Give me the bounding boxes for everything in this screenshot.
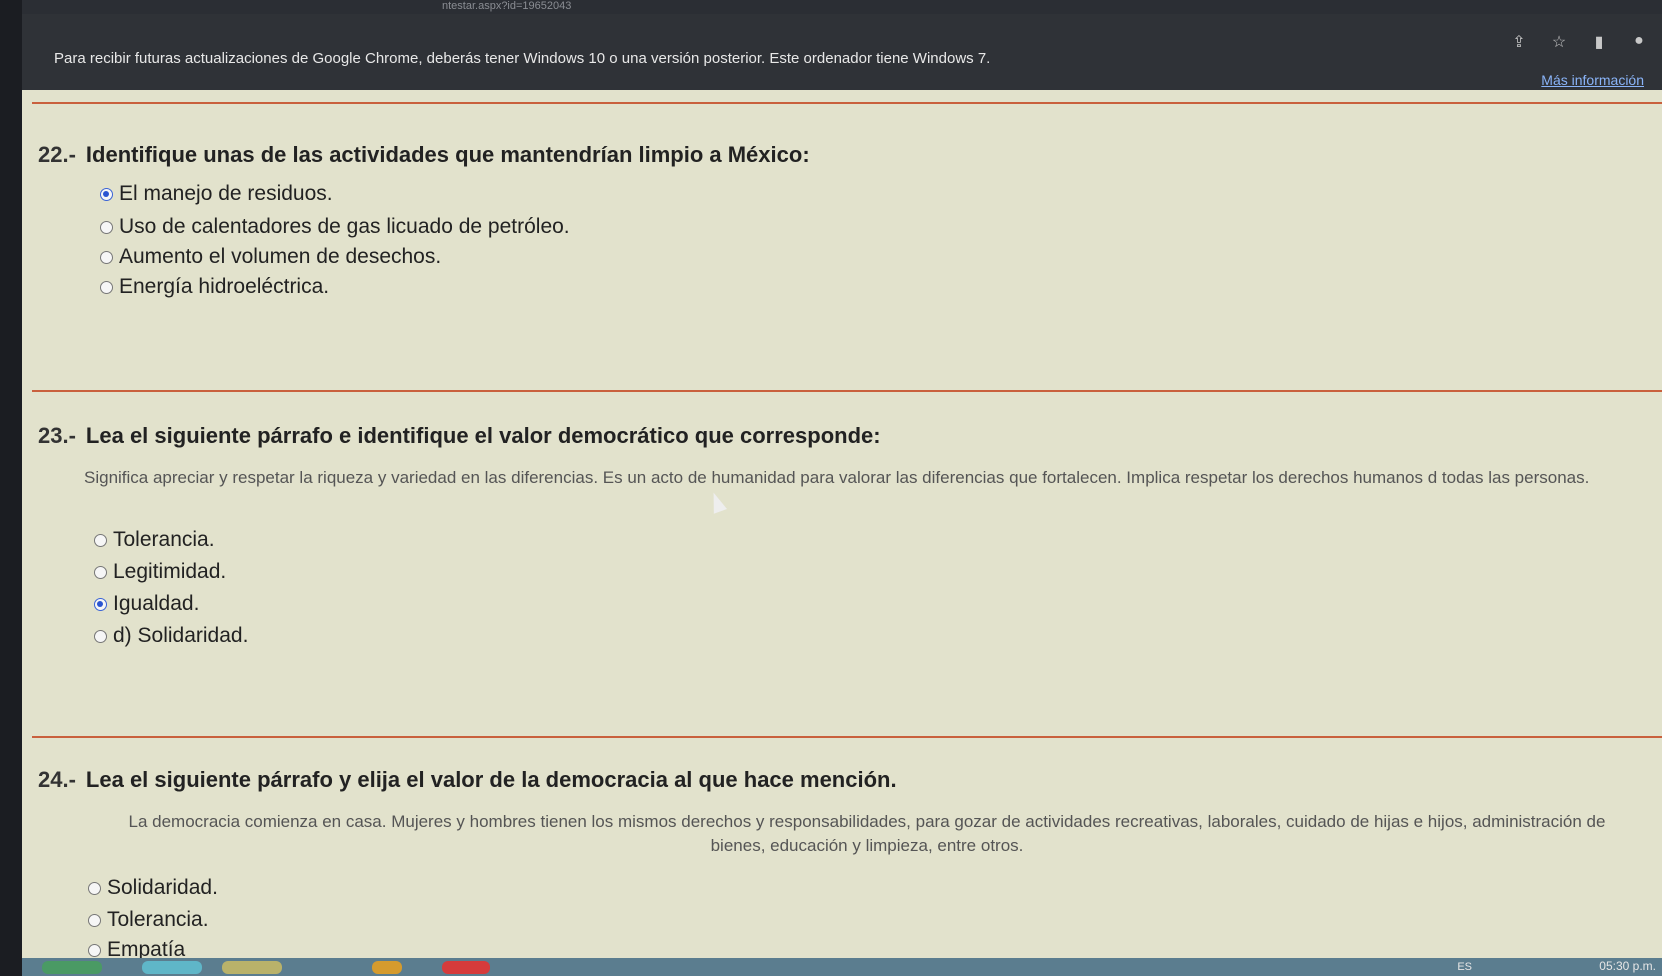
question-22-option-1[interactable]: El manejo de residuos. — [100, 182, 333, 206]
clock[interactable]: 05:30 p.m. — [1599, 959, 1656, 973]
monitor-bezel — [0, 0, 22, 976]
question-22-option-3[interactable]: Aumento el volumen de desechos. — [100, 245, 441, 269]
radio-button[interactable] — [88, 881, 101, 895]
language-indicator[interactable]: ES — [1457, 961, 1472, 973]
question-24-option-2[interactable]: Tolerancia. — [88, 908, 209, 932]
question-text: Lea el siguiente párrafo y elija el valo… — [85, 767, 897, 792]
question-24-option-1[interactable]: Solidaridad. — [88, 876, 218, 900]
option-label: Legitimidad. — [113, 560, 227, 583]
option-label: Uso de calentadores de gas licuado de pe… — [119, 215, 570, 238]
chrome-info-bar: ⇪ ☆ ▮ ● Para recibir futuras actualizaci… — [22, 14, 1662, 90]
radio-button-selected[interactable] — [94, 597, 107, 611]
radio-button[interactable] — [88, 943, 101, 957]
question-22-title: 22.- Identifique unas de las actividades … — [38, 142, 810, 168]
option-label: Tolerancia. — [107, 908, 209, 931]
question-23-title: 23.- Lea el siguiente párrafo e identifiq… — [38, 423, 881, 449]
radio-button[interactable] — [94, 533, 107, 547]
question-24-title: 24.- Lea el siguiente párrafo y elija el … — [38, 767, 897, 793]
toolbar-icons: ⇪ ☆ ▮ ● — [1510, 32, 1648, 52]
question-22-option-4[interactable]: Energía hidroeléctrica. — [100, 275, 329, 299]
radio-button[interactable] — [94, 629, 107, 643]
option-label: Aumento el volumen de desechos. — [119, 245, 442, 268]
radio-button-selected[interactable] — [100, 187, 113, 201]
question-23-option-2[interactable]: Legitimidad. — [94, 560, 226, 584]
more-info-link[interactable]: Más información — [1541, 72, 1644, 88]
question-22-option-2[interactable]: Uso de calentadores de gas licuado de pe… — [100, 215, 570, 239]
question-text: Lea el siguiente párrafo e identifique e… — [85, 423, 881, 448]
chrome-taskbar-icon[interactable] — [442, 961, 490, 974]
star-icon[interactable]: ☆ — [1550, 32, 1568, 52]
question-23-option-4[interactable]: d) Solidaridad. — [94, 624, 248, 648]
taskbar-app-icon[interactable] — [142, 961, 202, 974]
option-label: Solidaridad. — [107, 876, 218, 899]
radio-button[interactable] — [100, 280, 113, 294]
question-number: 23.- — [38, 423, 76, 448]
question-24-paragraph: La democracia comienza en casa. Mujeres … — [128, 812, 1606, 855]
radio-button[interactable] — [94, 565, 107, 579]
url-text: ntestar.aspx?id=19652043 — [442, 0, 572, 12]
option-label: Igualdad. — [113, 592, 200, 615]
exam-page: 22.- Identifique unas de las actividades … — [22, 90, 1662, 961]
question-23-option-3[interactable]: Igualdad. — [94, 592, 199, 616]
radio-button[interactable] — [100, 250, 113, 264]
taskbar-app-icon[interactable] — [372, 961, 402, 974]
windows-taskbar: ES 05:30 p.m. — [22, 958, 1662, 976]
option-label: El manejo de residuos. — [119, 182, 333, 205]
share-icon[interactable]: ⇪ — [1510, 32, 1528, 52]
option-label: d) Solidaridad. — [113, 624, 249, 647]
taskbar-app-icon[interactable] — [222, 961, 282, 974]
question-number: 24.- — [38, 767, 76, 792]
question-divider — [32, 736, 1662, 738]
update-warning-message: Para recibir futuras actualizaciones de … — [54, 50, 991, 67]
mouse-pointer-icon — [707, 490, 727, 514]
question-divider — [32, 102, 1662, 104]
option-label: Tolerancia. — [113, 528, 215, 551]
option-label: Energía hidroeléctrica. — [119, 275, 330, 298]
question-23-option-1[interactable]: Tolerancia. — [94, 528, 215, 552]
question-23-paragraph: Significa apreciar y respetar la riqueza… — [84, 468, 1590, 487]
sidepanel-icon[interactable]: ▮ — [1590, 32, 1608, 52]
address-bar[interactable]: ntestar.aspx?id=19652043 — [22, 0, 1662, 14]
start-button[interactable] — [42, 961, 102, 974]
question-text: Identifique unas de las actividades que … — [85, 142, 810, 167]
profile-icon[interactable]: ● — [1630, 32, 1648, 52]
question-divider — [32, 390, 1662, 392]
radio-button[interactable] — [88, 913, 101, 927]
radio-button[interactable] — [100, 220, 113, 234]
question-number: 22.- — [38, 142, 76, 167]
